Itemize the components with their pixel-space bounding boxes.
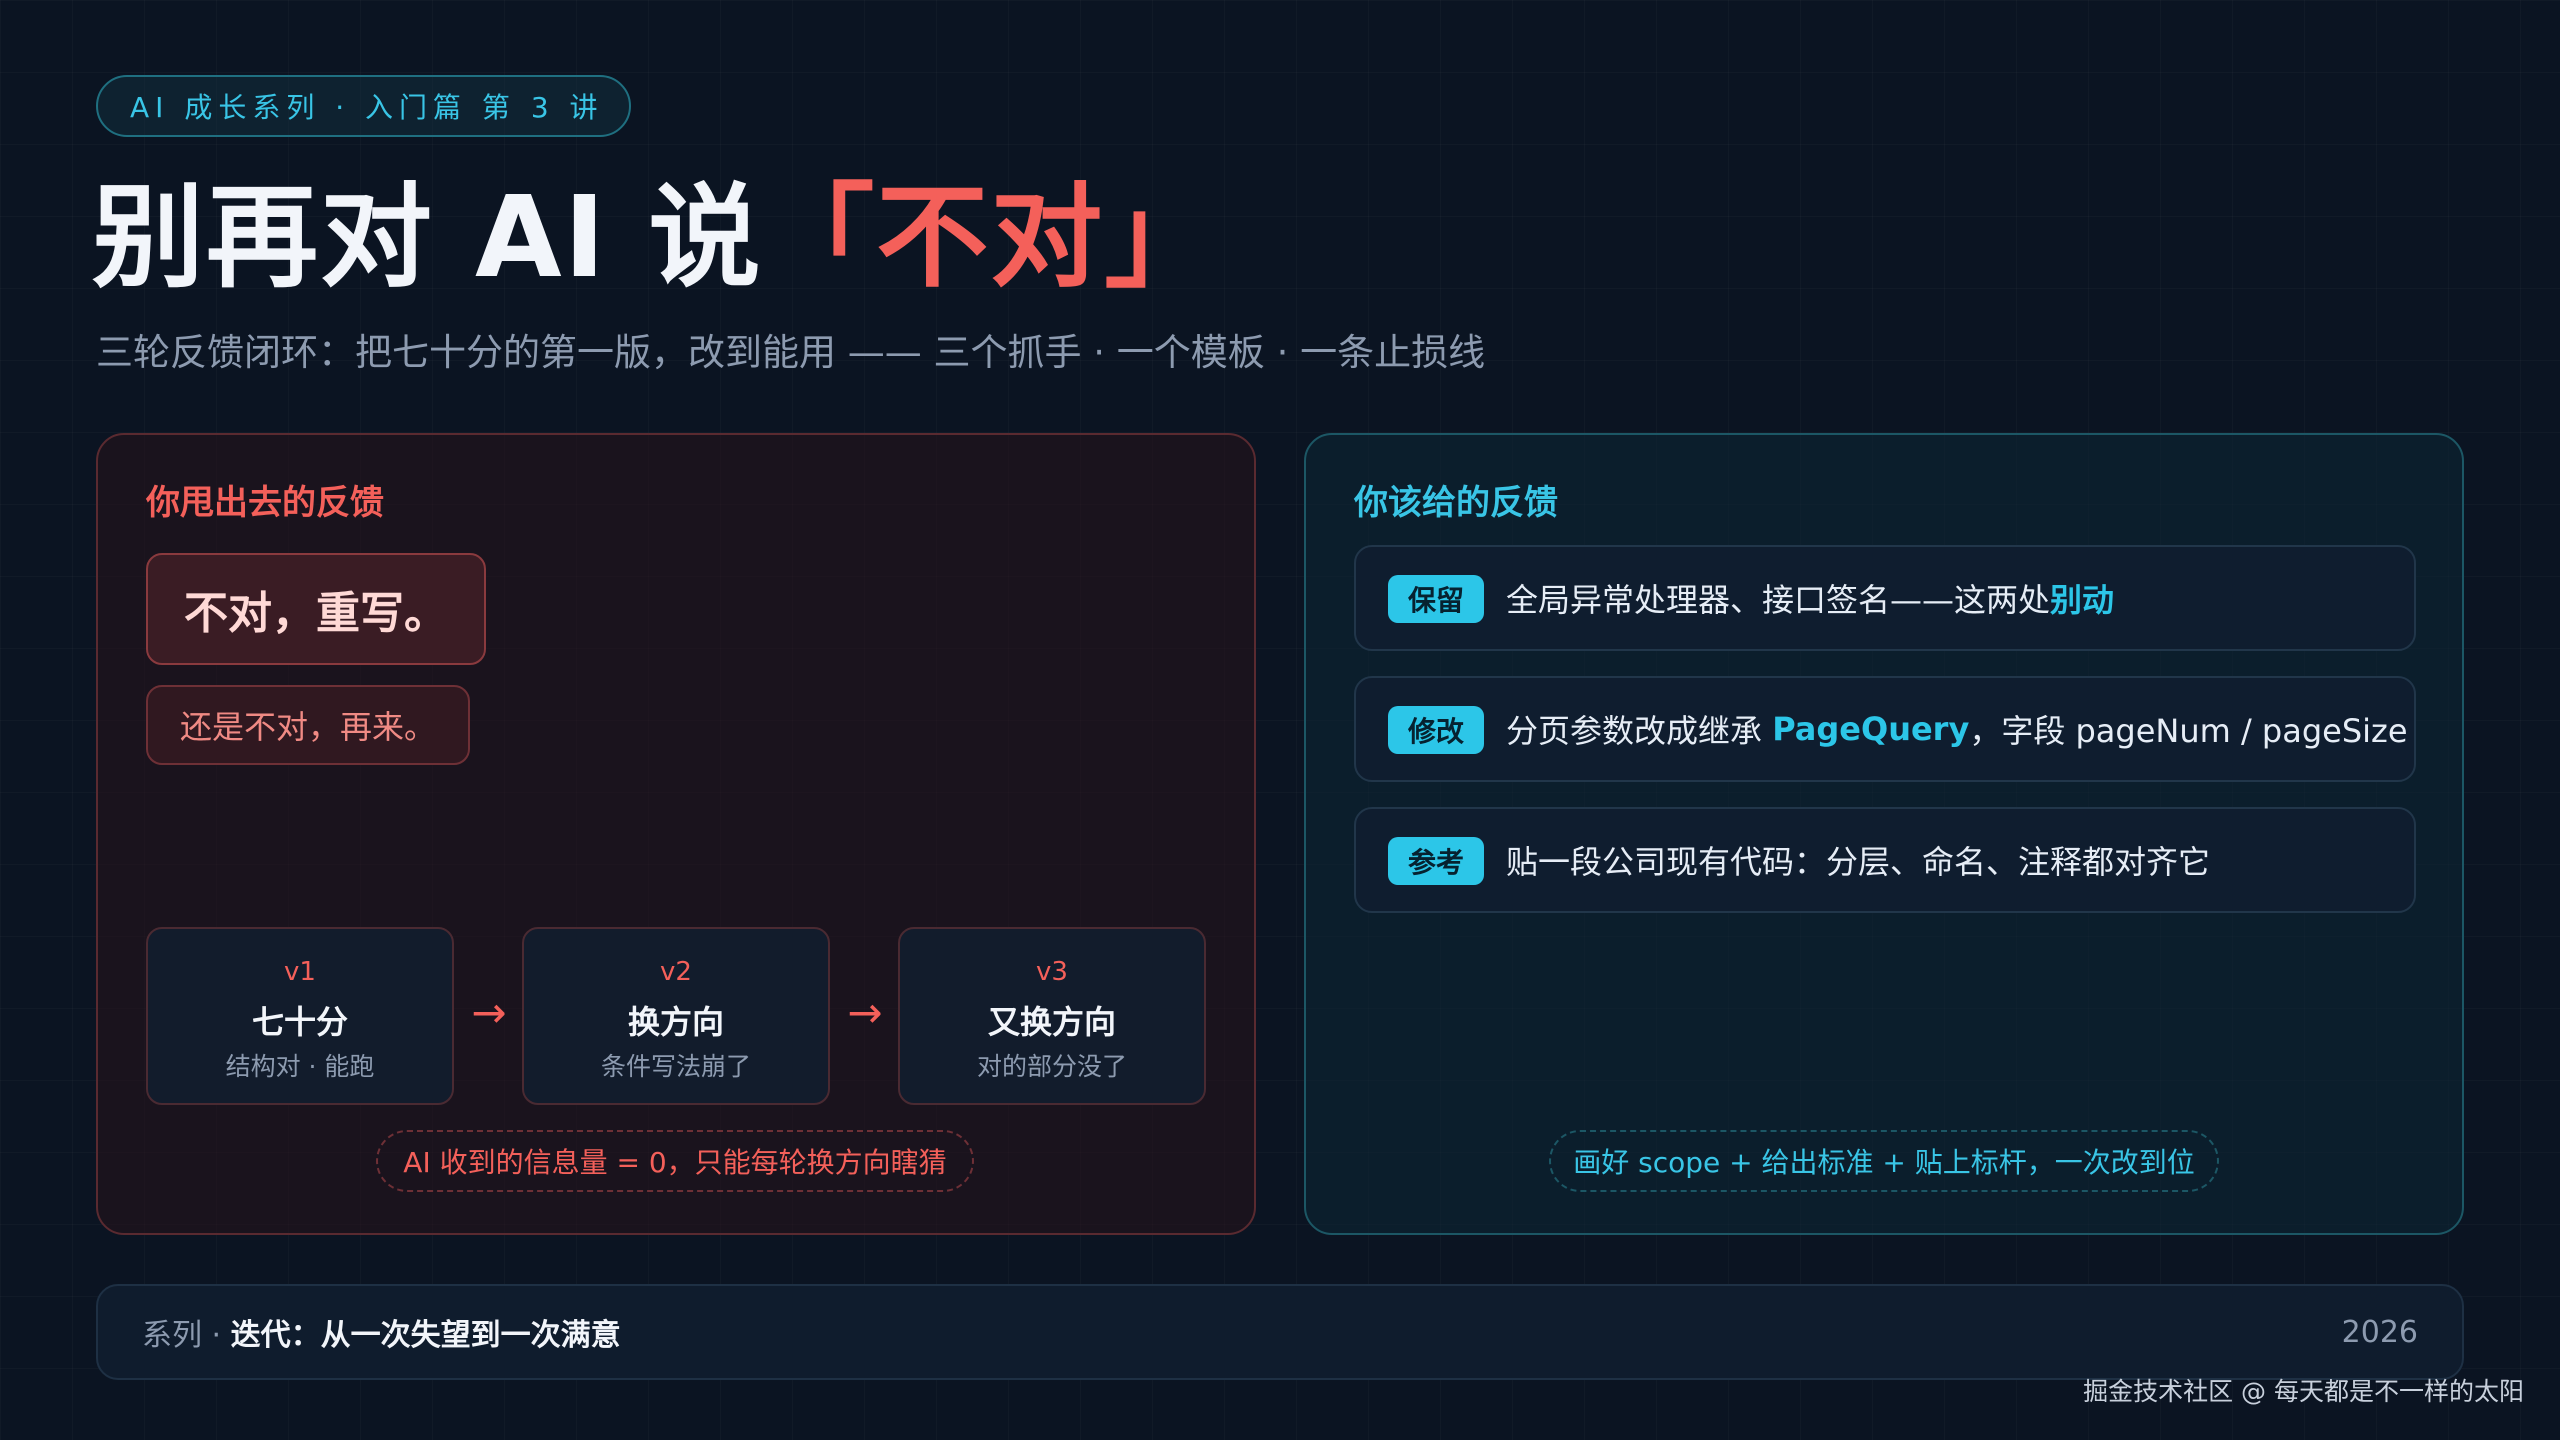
page-subtitle: 三轮反馈闭环：把七十分的第一版，改到能用 —— 三个抓手 · 一个模板 · 一条… (96, 331, 1486, 374)
feedback-text-main: 全局异常处理器、接口签名——这两处 (1506, 581, 2051, 619)
feedback-tag: 参考 (1388, 837, 1484, 885)
watermark: 掘金技术社区 @ 每天都是不一样的太阳 (2083, 1377, 2524, 1406)
version-desc: 条件写法崩了 (600, 1052, 751, 1081)
feedback-bubble-secondary: 还是不对，再来。 (146, 685, 470, 765)
version-desc: 结构对 · 能跑 (225, 1052, 375, 1081)
version-label: v2 (660, 957, 692, 987)
version-card-v3: v3 又换方向 对的部分没了 (898, 927, 1206, 1105)
version-card-v2: v2 换方向 条件写法崩了 (522, 927, 830, 1105)
feedback-row-modify: 修改 分页参数改成继承 PageQuery ，字段 pageNum / pageS… (1354, 676, 2416, 782)
feedback-text: 贴一段公司现有代码：分层、命名、注释都对齐它 (1506, 809, 2210, 911)
feedback-text: 分页参数改成继承 PageQuery ，字段 pageNum / pageSize (1506, 678, 2408, 780)
feedback-text-main: 分页参数改成继承 (1506, 712, 1773, 750)
good-feedback-heading: 你该给的反馈 (1354, 483, 1558, 523)
page-title: 别再对 AI 说「不对」 (92, 168, 1218, 308)
footer-series: 系列 · 迭代：从一次失望到一次满意 (142, 1286, 621, 1378)
feedback-text-suffix: ，字段 pageNum / pageSize (1969, 712, 2408, 750)
bad-feedback-panel: 你甩出去的反馈 不对，重写。 还是不对，再来。 v1 七十分 结构对 · 能跑 … (96, 433, 1256, 1235)
feedback-text: 全局异常处理器、接口签名——这两处 别动 (1506, 547, 2114, 649)
feedback-bubble-primary: 不对，重写。 (146, 553, 486, 665)
version-desc: 对的部分没了 (976, 1052, 1127, 1081)
feedback-row-keep: 保留 全局异常处理器、接口签名——这两处 别动 (1354, 545, 2416, 651)
bad-feedback-note: AI 收到的信息量 = 0，只能每轮换方向瞎猜 (376, 1130, 974, 1192)
footer-bar: 系列 · 迭代：从一次失望到一次满意 2026 (96, 1284, 2464, 1380)
version-title: 七十分 (251, 1003, 348, 1041)
version-card-v1: v1 七十分 结构对 · 能跑 (146, 927, 454, 1105)
feedback-text-main: 贴一段公司现有代码：分层、命名、注释都对齐它 (1506, 843, 2211, 881)
bad-feedback-heading: 你甩出去的反馈 (146, 483, 384, 523)
version-title: 又换方向 (987, 1003, 1116, 1041)
footer-year: 2026 (2341, 1314, 2418, 1350)
feedback-text-highlight: PageQuery (1772, 710, 1970, 748)
footer-series-prefix: 系列 · (142, 1318, 231, 1353)
feedback-text-highlight: 别动 (2050, 581, 2115, 619)
footer-series-name: 迭代：从一次失望到一次满意 (230, 1318, 621, 1353)
good-feedback-note: 画好 scope + 给出标准 + 贴上标杆，一次改到位 (1549, 1130, 2219, 1192)
feedback-tag: 修改 (1388, 706, 1484, 754)
version-label: v3 (1036, 957, 1068, 987)
series-pill: AI 成长系列 · 入门篇 第 3 讲 (96, 75, 631, 137)
feedback-row-reference: 参考 贴一段公司现有代码：分层、命名、注释都对齐它 (1354, 807, 2416, 913)
page-title-accent: 「不对」 (762, 173, 1219, 303)
version-label: v1 (284, 957, 316, 987)
arrow-right-icon: → (471, 988, 507, 1037)
arrow-right-icon: → (847, 988, 883, 1037)
page-title-main: 别再对 AI 说 (92, 173, 763, 303)
good-feedback-panel: 你该给的反馈 保留 全局异常处理器、接口签名——这两处 别动 修改 分页参数改成继… (1304, 433, 2464, 1235)
feedback-tag: 保留 (1388, 575, 1484, 623)
version-title: 换方向 (627, 1003, 724, 1041)
